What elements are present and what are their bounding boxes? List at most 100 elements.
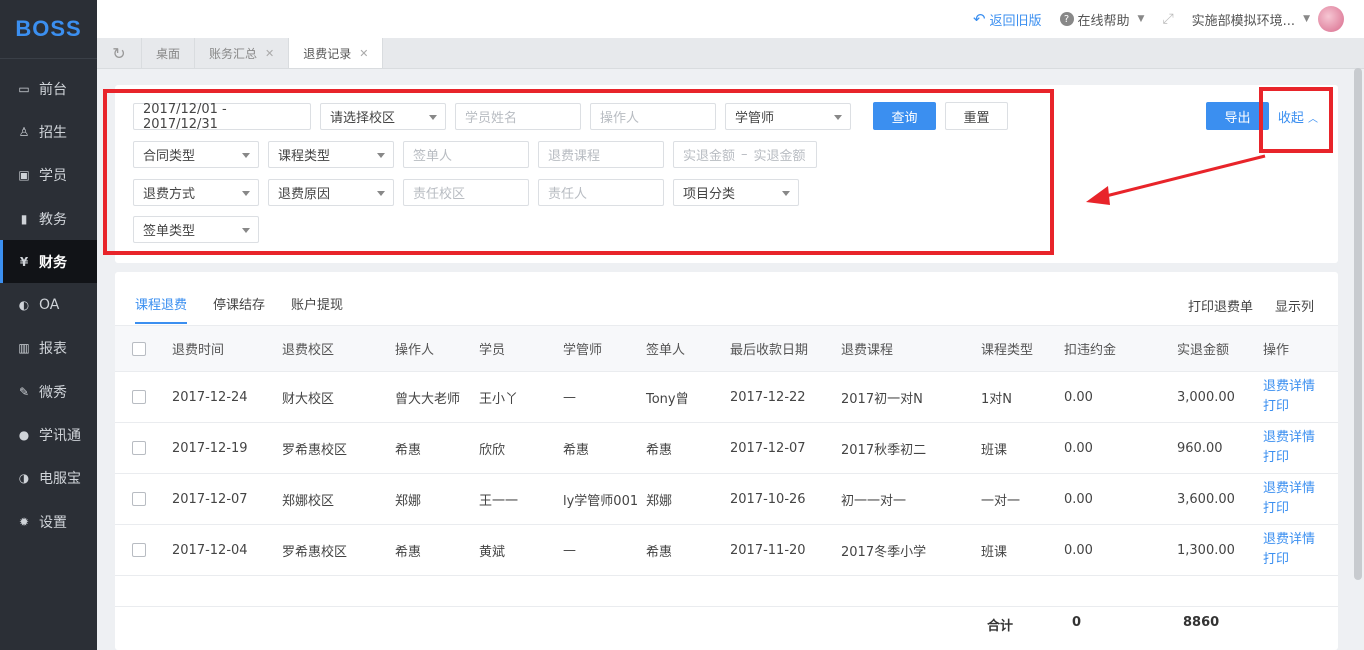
refresh-button[interactable]: ↻ <box>97 38 142 68</box>
yen-icon: ¥ <box>19 254 29 269</box>
sidebar-item-finance[interactable]: ¥ 财务 <box>0 240 97 284</box>
table-cell: 3,600.00 <box>1177 491 1235 507</box>
user-add-icon: ♙ <box>18 124 30 139</box>
subtab-suspension-balance[interactable]: 停课结存 <box>213 294 265 324</box>
close-icon[interactable]: ✕ <box>359 47 368 60</box>
table-cell: ly学管师001 <box>563 493 639 509</box>
table-cell: 2017-12-19 <box>172 440 248 456</box>
chevron-down-icon: ▼ <box>1303 14 1310 24</box>
column-header[interactable]: 操作 <box>1263 326 1338 372</box>
back-to-old-version-link[interactable]: ↶ 返回旧版 <box>973 10 1042 29</box>
table-cell: 郑娜 <box>646 493 673 509</box>
print-link[interactable]: 打印 <box>1263 550 1338 570</box>
sidebar-item-label: 前台 <box>39 81 67 98</box>
online-help-menu[interactable]: ? 在线帮助 ▼ <box>1059 10 1145 29</box>
sidebar-item-label: 设置 <box>39 514 67 531</box>
sidebar-item-oa[interactable]: ◐ OA <box>0 283 97 326</box>
table-cell: 2017-12-07 <box>172 491 248 507</box>
calendar-icon: ▭ <box>18 81 30 96</box>
gear-icon: ✹ <box>18 514 30 529</box>
sidebar-item-label: 学员 <box>39 168 67 185</box>
column-header[interactable]: 学管师 <box>563 326 646 372</box>
chevron-down-icon: ▼ <box>1137 14 1145 24</box>
table-cell: 2017-12-07 <box>730 440 806 456</box>
print-link[interactable]: 打印 <box>1263 448 1338 468</box>
column-header[interactable]: 操作人 <box>395 326 479 372</box>
row-checkbox[interactable] <box>132 492 146 506</box>
table-cell: 王一一 <box>479 493 519 509</box>
app-logo[interactable]: BOSS <box>0 0 97 59</box>
column-header[interactable]: 课程类型 <box>981 326 1064 372</box>
help-icon: ? <box>1059 12 1074 26</box>
column-header[interactable]: 签单人 <box>646 326 730 372</box>
organization-switcher[interactable]: 实施部模拟环境... ▼ <box>1192 6 1344 32</box>
column-header[interactable]: 扣违约金 <box>1064 326 1177 372</box>
table-cell: 班课 <box>981 442 1008 458</box>
column-header[interactable]: 实退金额 <box>1177 326 1263 372</box>
row-checkbox[interactable] <box>132 543 146 557</box>
table-cell: 3,000.00 <box>1177 389 1235 405</box>
table-cell: 0.00 <box>1064 491 1093 507</box>
sidebar-item-dianfubao[interactable]: ◑ 电服宝 <box>0 457 97 500</box>
refund-detail-link[interactable]: 退费详情 <box>1263 428 1338 448</box>
row-checkbox[interactable] <box>132 441 146 455</box>
top-bar: ↶ 返回旧版 ? 在线帮助 ▼ ⤢ 实施部模拟环境... ▼ <box>97 0 1364 38</box>
tab-account-summary[interactable]: 账务汇总 ✕ <box>195 38 290 68</box>
refresh-icon: ↻ <box>112 43 126 63</box>
refund-detail-link[interactable]: 退费详情 <box>1263 530 1338 550</box>
table-cell: 2017初一对N <box>841 391 923 407</box>
column-header[interactable]: 退费时间 <box>172 326 282 372</box>
table-cell: 希惠 <box>646 442 673 458</box>
close-icon[interactable]: ✕ <box>265 47 274 60</box>
sidebar-item-students[interactable]: ▣ 学员 <box>0 154 97 197</box>
table-row: 2017-12-07 郑娜校区 郑娜 王一一 ly学管师001 郑娜 2017-… <box>115 474 1338 525</box>
page-scrollbar[interactable] <box>1354 68 1362 580</box>
table-cell: 王小丫 <box>479 391 519 407</box>
column-header[interactable]: 最后收款日期 <box>730 326 841 372</box>
print-link[interactable]: 打印 <box>1263 499 1338 519</box>
row-checkbox[interactable] <box>132 390 146 404</box>
print-refund-slip-link[interactable]: 打印退费单 <box>1188 296 1253 315</box>
avatar[interactable] <box>1318 6 1344 32</box>
sidebar-item-academic[interactable]: ▮ 教务 <box>0 197 97 240</box>
table-cell: 一对一 <box>981 493 1021 509</box>
table-cell: 罗希惠校区 <box>282 544 348 560</box>
print-link[interactable]: 打印 <box>1263 397 1338 417</box>
column-header[interactable]: 退费课程 <box>841 326 981 372</box>
table-cell: 黄斌 <box>479 544 506 560</box>
table-cell: 希惠 <box>395 442 422 458</box>
table-cell: — <box>563 389 576 405</box>
tab-desktop[interactable]: 桌面 <box>142 38 196 68</box>
table-cell: 2017-12-22 <box>730 389 806 405</box>
sidebar-item-weixiu[interactable]: ✎ 微秀 <box>0 370 97 413</box>
subtab-account-withdrawal[interactable]: 账户提现 <box>291 294 343 324</box>
sidebar-item-xuexuntong[interactable]: ● 学讯通 <box>0 413 97 456</box>
sidebar-item-label: 电服宝 <box>39 471 81 488</box>
subtab-course-refund[interactable]: 课程退费 <box>135 294 188 324</box>
total-label: 合计 <box>987 619 1014 634</box>
column-header[interactable]: 学员 <box>479 326 563 372</box>
table-cell: 初一一对一 <box>841 493 907 509</box>
table-cell: 罗希惠校区 <box>282 442 348 458</box>
refund-detail-link[interactable]: 退费详情 <box>1263 377 1338 397</box>
tab-refund-records[interactable]: 退费记录 ✕ <box>289 38 384 68</box>
show-columns-link[interactable]: 显示列 <box>1275 296 1314 315</box>
table-cell: 希惠 <box>646 544 673 560</box>
phone-icon: ◑ <box>18 471 30 486</box>
table-cell: 希惠 <box>395 544 422 560</box>
refund-detail-link[interactable]: 退费详情 <box>1263 479 1338 499</box>
fullscreen-button[interactable]: ⤢ <box>1162 11 1173 27</box>
table-cell: 0.00 <box>1064 542 1093 558</box>
page-tabs: ↻ 桌面 账务汇总 ✕ 退费记录 ✕ <box>97 38 1364 69</box>
table-cell: 郑娜校区 <box>282 493 335 509</box>
bar-chart-icon: ▥ <box>18 341 30 356</box>
refund-table: 退费时间 退费校区 操作人 学员 学管师 签单人 最后收款日期 退费课程 课程类… <box>115 325 1338 576</box>
sidebar-item-enroll[interactable]: ♙ 招生 <box>0 110 97 153</box>
sidebar-item-reports[interactable]: ▥ 报表 <box>0 327 97 370</box>
table-cell: 0.00 <box>1064 440 1093 456</box>
total-refund-amount: 8860 <box>1183 615 1220 630</box>
sidebar-item-settings[interactable]: ✹ 设置 <box>0 500 97 543</box>
sidebar-item-frontdesk[interactable]: ▭ 前台 <box>0 67 97 110</box>
column-header[interactable]: 退费校区 <box>282 326 395 372</box>
select-all-checkbox[interactable] <box>132 341 146 356</box>
